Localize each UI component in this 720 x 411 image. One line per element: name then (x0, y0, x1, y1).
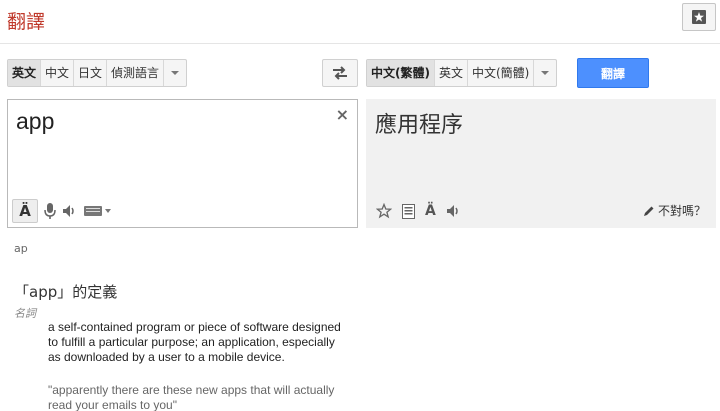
source-language-bar: 英文 中文 日文 偵測語言 (7, 59, 188, 87)
target-language-bar: 中文(繁體) 英文 中文(簡體) (366, 59, 558, 87)
top-bar: 翻譯 (0, 0, 720, 44)
translated-text[interactable]: 應用程序 (375, 107, 463, 139)
source-text[interactable]: app (16, 108, 54, 135)
part-of-speech: 名詞 (14, 307, 36, 320)
source-lang-english[interactable]: 英文 (8, 60, 42, 86)
save-star-button[interactable] (682, 3, 716, 31)
target-lang-simplified-chinese[interactable]: 中文(簡體) (468, 60, 535, 86)
target-lang-dropdown[interactable] (534, 60, 556, 86)
translation-output: 應用程序 Ä 不對嗎？ (366, 99, 716, 228)
star-icon (692, 10, 706, 24)
source-text-area[interactable]: app × Ä (7, 99, 358, 228)
clear-icon[interactable]: × (336, 105, 349, 124)
phonetic-icon[interactable]: Ä (12, 199, 38, 223)
swap-languages-button[interactable] (322, 59, 358, 87)
document-icon[interactable] (402, 199, 415, 223)
microphone-icon[interactable] (44, 199, 56, 223)
keyboard-icon[interactable] (84, 199, 112, 223)
chevron-down-icon (171, 71, 180, 75)
target-lang-traditional-chinese[interactable]: 中文(繁體) (367, 60, 435, 86)
report-wrong-label: 不對嗎？ (657, 204, 706, 218)
source-tools: Ä (12, 199, 112, 223)
speaker-icon[interactable] (62, 199, 78, 223)
swap-icon (333, 66, 347, 80)
definition-text: a self-contained program or piece of sof… (48, 320, 341, 364)
speaker-icon[interactable] (446, 199, 462, 223)
romanization: ap (14, 242, 28, 255)
pencil-icon (643, 206, 654, 216)
report-wrong-link[interactable]: 不對嗎？ (643, 202, 706, 219)
phonetic-icon[interactable]: Ä (425, 199, 436, 223)
source-lang-dropdown[interactable] (164, 60, 186, 86)
star-outline-icon[interactable] (376, 199, 392, 223)
definition-example: "apparently there are these new apps tha… (48, 383, 335, 411)
source-lang-chinese[interactable]: 中文 (41, 60, 75, 86)
definition-title: 「app」的定義 (14, 283, 118, 301)
source-lang-detect[interactable]: 偵測語言 (107, 60, 165, 86)
translate-button[interactable]: 翻譯 (577, 58, 649, 88)
chevron-down-icon (541, 71, 550, 75)
target-lang-english[interactable]: 英文 (435, 60, 468, 86)
app-logo[interactable]: 翻譯 (7, 7, 45, 34)
source-lang-japanese[interactable]: 日文 (74, 60, 108, 86)
target-tools: Ä (376, 200, 462, 222)
